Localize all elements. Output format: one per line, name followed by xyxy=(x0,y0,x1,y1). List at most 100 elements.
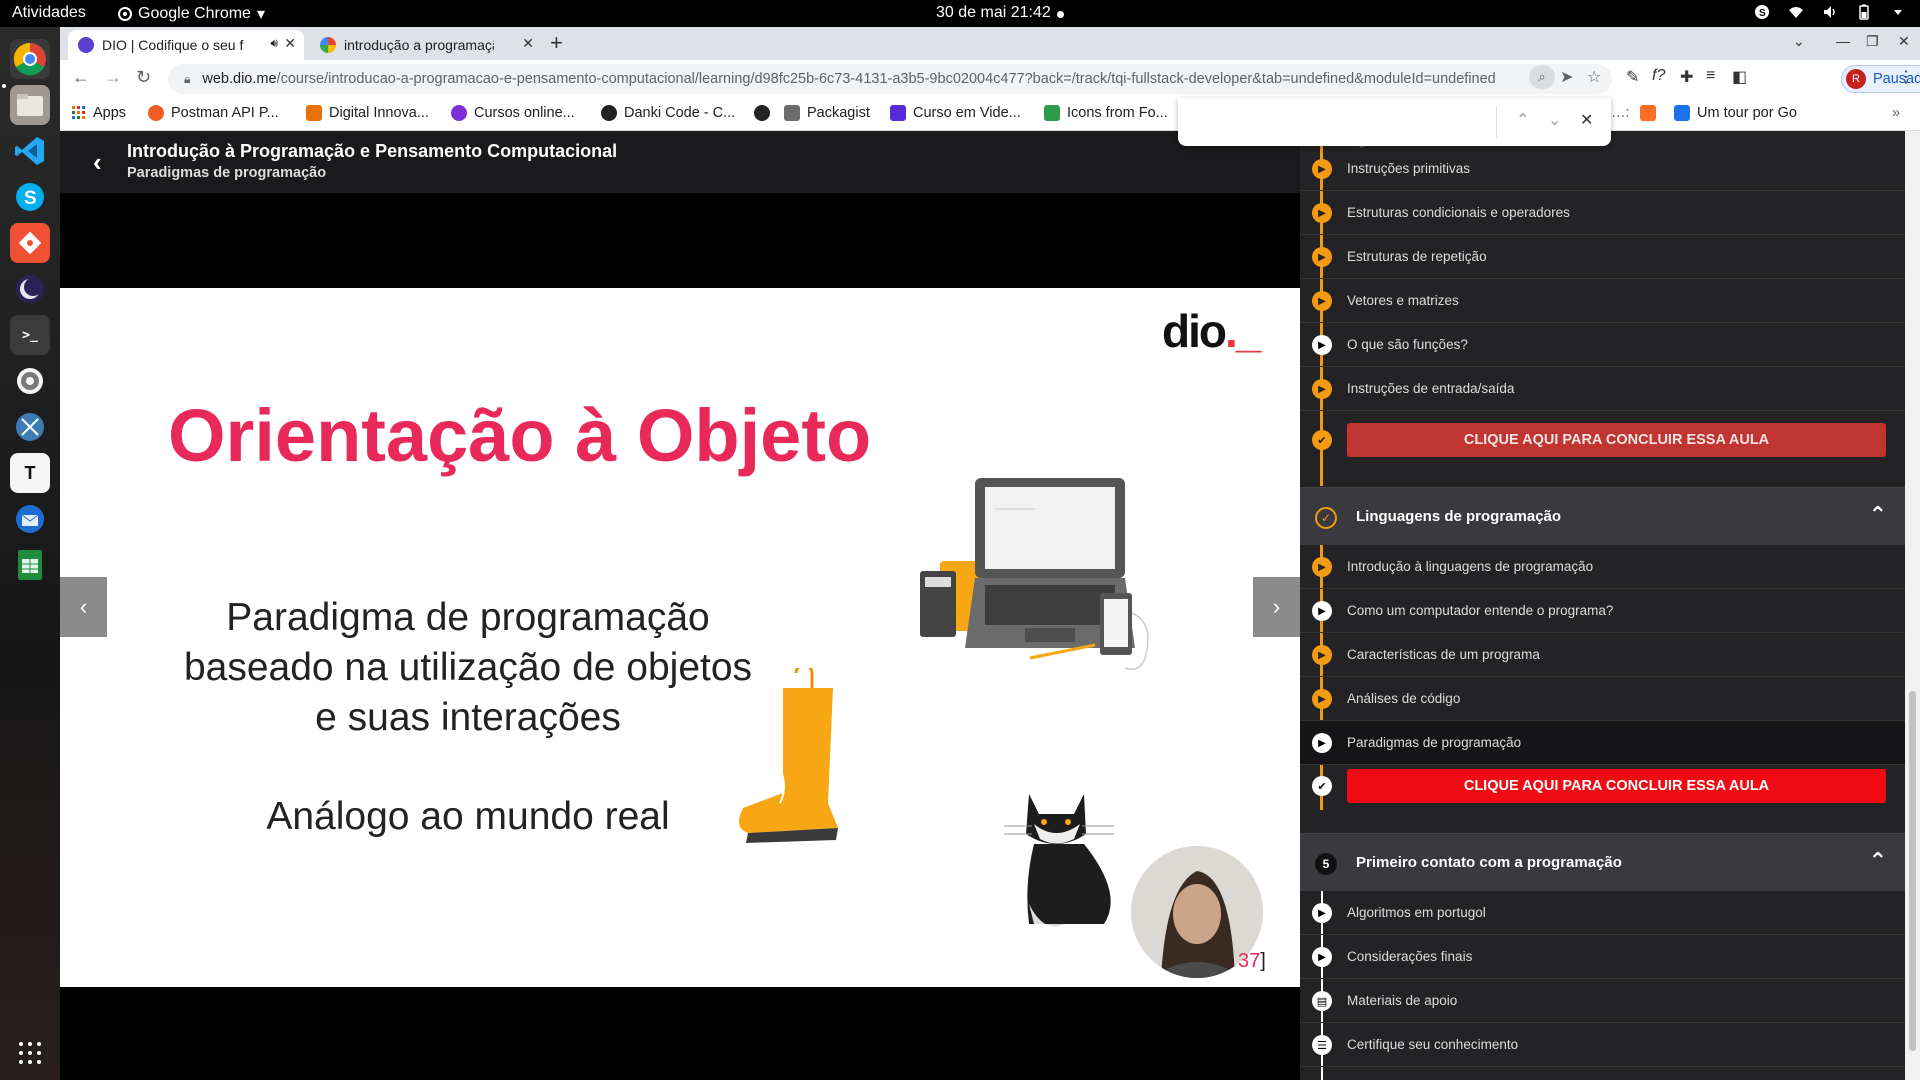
minimize-button[interactable]: — xyxy=(1836,33,1850,49)
bookmark-packagist[interactable]: Packagist xyxy=(784,105,870,121)
restore-button[interactable]: ❐ xyxy=(1866,33,1879,50)
chevron-up-icon[interactable]: ⌃ xyxy=(1869,848,1887,874)
lesson-item[interactable]: ▤ Materiais de apoio xyxy=(1300,979,1905,1023)
lesson-item[interactable]: ▶ O que são funções? xyxy=(1300,323,1905,367)
sidebar-scrollbar[interactable] xyxy=(1905,131,1920,1080)
back-chevron-icon[interactable]: ‹ xyxy=(93,147,102,178)
avatar: R xyxy=(1846,69,1866,89)
check-circle-icon: ✓ xyxy=(1315,507,1337,529)
previous-slide-button[interactable]: ‹ xyxy=(60,577,107,637)
close-tab-icon[interactable]: ✕ xyxy=(522,35,534,52)
module-number-badge: 5 xyxy=(1315,853,1337,875)
lesson-item[interactable]: ▶ Instruções primitivas xyxy=(1300,147,1905,191)
lesson-item[interactable]: ☰ Certifique seu conhecimento xyxy=(1300,1023,1905,1067)
close-window-button[interactable]: ✕ xyxy=(1898,33,1910,50)
lesson-item[interactable]: ▶ Como um computador entende o programa? xyxy=(1300,589,1905,633)
bookmark-postman[interactable]: Postman API P... xyxy=(148,105,279,121)
lesson-item[interactable]: ▶ Introdução à linguagens de programação xyxy=(1300,545,1905,589)
lesson-item[interactable]: ▶ Considerações finais xyxy=(1300,935,1905,979)
find-in-page-icon[interactable]: ⌕ xyxy=(1529,65,1555,89)
lesson-item[interactable]: ▶ Estruturas condicionais e operadores xyxy=(1300,191,1905,235)
lesson-item[interactable]: ▶ Algoritmos em portugol xyxy=(1300,891,1905,935)
bookmark-curso-em-video[interactable]: Curso em Vide... xyxy=(890,105,1021,121)
gitlab-bookmark-icon[interactable] xyxy=(1640,105,1656,121)
slide-title: Orientação à Objeto xyxy=(168,394,872,477)
page: ‹ Introdução à Programação e Pensamento … xyxy=(60,131,1920,1080)
close-tab-icon[interactable]: ✕ xyxy=(284,35,296,52)
bookmark-icons[interactable]: Icons from Fo... xyxy=(1044,105,1168,121)
color-picker-extension-icon[interactable]: ✎ xyxy=(1626,67,1639,87)
side-panel-icon[interactable]: ◧ xyxy=(1732,67,1747,87)
udemy-icon xyxy=(451,105,467,121)
fonts-ninja-extension-icon[interactable]: f? xyxy=(1652,67,1665,85)
course-header: ‹ Introdução à Programação e Pensamento … xyxy=(60,131,1300,193)
google-favicon-icon xyxy=(320,37,336,53)
send-to-device-icon[interactable]: ➤ xyxy=(1560,67,1573,87)
module-header-linguagens[interactable]: ✓ Linguagens de programação ⌃ xyxy=(1300,487,1905,545)
bookmark-danki-code[interactable]: Danki Code - C... xyxy=(601,105,735,121)
lesson-item[interactable]: ▶ Análises de código xyxy=(1300,677,1905,721)
chevron-up-icon[interactable]: ⌃ xyxy=(1869,502,1887,528)
complete-lesson-button[interactable]: CLIQUE AQUI PARA CONCLUIR ESSA AULA xyxy=(1347,423,1886,457)
chrome-dock-icon[interactable] xyxy=(10,39,50,79)
next-slide-button[interactable]: › xyxy=(1253,577,1300,637)
svg-text:S: S xyxy=(1759,8,1766,19)
thunderbird-dock-icon[interactable] xyxy=(10,499,50,539)
eclipse-dock-icon[interactable] xyxy=(10,269,50,309)
tab-dio[interactable]: DIO | Codifique o seu f 🔊︎ ✕ xyxy=(68,30,304,60)
app-menu[interactable]: Google Chrome ▾ xyxy=(118,4,265,24)
system-tray[interactable]: S xyxy=(1754,4,1906,20)
lesson-item[interactable]: ▶ Instruções de entrada/saída xyxy=(1300,367,1905,411)
skype-dock-icon[interactable]: S xyxy=(10,177,50,217)
bookmark-github[interactable] xyxy=(754,105,770,121)
extensions-puzzle-icon[interactable]: ✚ xyxy=(1680,67,1693,87)
forward-button[interactable]: → xyxy=(104,67,122,88)
vscode-dock-icon[interactable] xyxy=(10,131,50,171)
app-grid-icon[interactable] xyxy=(10,1033,50,1073)
dio-logo: dio._ xyxy=(1162,305,1261,357)
audio-playing-icon[interactable]: 🔊︎ xyxy=(270,36,278,51)
typora-dock-icon[interactable]: T xyxy=(10,453,50,493)
bookmark-digital-innovation[interactable]: Digital Innova... xyxy=(306,105,429,121)
back-button[interactable]: ← xyxy=(72,67,90,88)
lesson-item[interactable]: ▶ Características de um programa xyxy=(1300,633,1905,677)
find-next-icon[interactable]: ⌄ xyxy=(1548,110,1561,130)
dbeaver-dock-icon[interactable] xyxy=(10,407,50,447)
play-icon: ▶ xyxy=(1312,335,1332,355)
files-dock-icon[interactable] xyxy=(10,85,50,125)
video-player[interactable]: dio._ Orientação à Objeto Paradigma de p… xyxy=(60,288,1300,987)
module-header-primeiro-contato[interactable]: 5 Primeiro contato com a programação ⌃ xyxy=(1300,833,1905,891)
settings-dock-icon[interactable] xyxy=(10,361,50,401)
lesson-item[interactable]: ▶ Vetores e matrizes xyxy=(1300,279,1905,323)
bookmark-overflow[interactable]: …: xyxy=(1611,105,1630,121)
find-previous-icon[interactable]: ⌃ xyxy=(1516,110,1529,130)
clock[interactable]: 30 de mai 21:42 xyxy=(936,4,1051,22)
new-tab-button[interactable]: + xyxy=(550,30,563,56)
lesson-item-current[interactable]: ▶ Paradigmas de programação xyxy=(1300,721,1905,765)
scrollbar-thumb[interactable] xyxy=(1909,691,1916,1051)
bookmark-tour-go[interactable]: Um tour por Go xyxy=(1674,105,1797,121)
slide-analog-text: Análogo ao mundo real xyxy=(266,795,670,838)
tab-search-icon[interactable]: ⌄ xyxy=(1793,33,1805,50)
terminal-dock-icon[interactable]: >_ xyxy=(10,315,50,355)
chrome-menu-icon[interactable]: ⋮ xyxy=(1898,67,1914,87)
caret-down-icon: ▾ xyxy=(256,6,265,23)
activities-button[interactable]: Atividades xyxy=(12,4,86,22)
reload-button[interactable]: ↻ xyxy=(136,67,151,88)
find-input[interactable] xyxy=(1190,108,1490,134)
bookmark-apps[interactable]: Apps xyxy=(72,105,126,121)
dio-favicon-icon xyxy=(78,37,94,53)
lesson-item[interactable]: ▶ Estruturas de repetição xyxy=(1300,235,1905,279)
lock-icon[interactable]: 🔒︎ xyxy=(184,72,190,87)
complete-lesson-button[interactable]: CLIQUE AQUI PARA CONCLUIR ESSA AULA xyxy=(1347,769,1886,803)
notification-dot-icon xyxy=(1057,11,1064,18)
media-control-icon[interactable]: ≡ xyxy=(1706,67,1715,85)
spreadsheet-dock-icon[interactable] xyxy=(10,545,50,585)
more-bookmarks-icon[interactable]: » xyxy=(1892,105,1900,121)
close-find-icon[interactable]: ✕ xyxy=(1580,110,1593,130)
bookmark-star-icon[interactable]: ☆ xyxy=(1587,67,1601,87)
address-bar[interactable]: 🔒︎ web.dio.me /course/introducao-a-progr… xyxy=(168,64,1612,94)
tab-google-search[interactable]: introdução a programação ✕ xyxy=(310,30,542,60)
bookmark-cursos-online[interactable]: Cursos online... xyxy=(451,105,575,121)
git-dock-icon[interactable] xyxy=(10,223,50,263)
